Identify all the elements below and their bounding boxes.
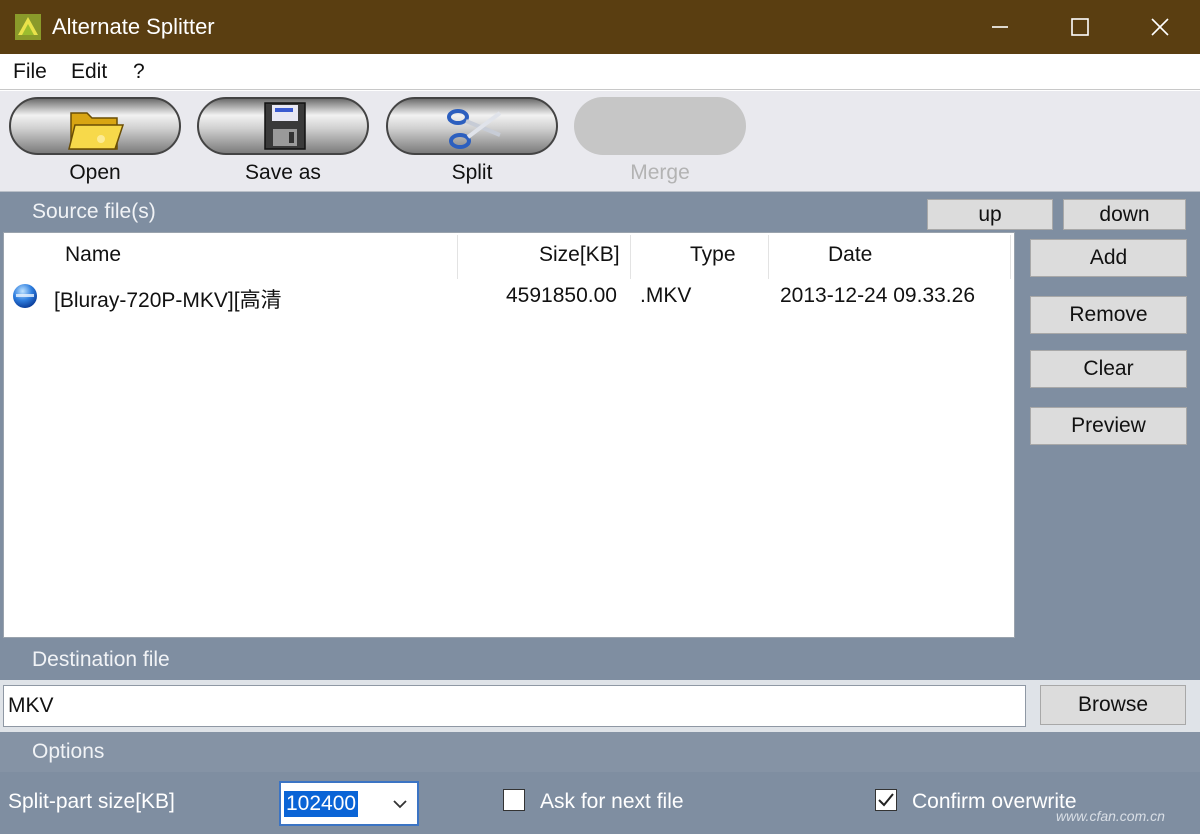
merge-button[interactable]: Merge (572, 97, 748, 187)
watermark: www.cfan.com.cn (1056, 808, 1165, 824)
minimize-button[interactable] (960, 0, 1040, 54)
file-row[interactable]: [Bluray-720P-MKV][高清 4591850.00 .MKV 201… (4, 277, 1014, 313)
confirm-overwrite-label[interactable]: Confirm overwrite (912, 790, 1077, 814)
remove-button[interactable]: Remove (1030, 296, 1187, 334)
preview-button[interactable]: Preview (1030, 407, 1187, 445)
ask-next-checkbox[interactable] (503, 789, 525, 811)
chevron-down-icon[interactable] (389, 793, 411, 815)
menu-file[interactable]: File (13, 60, 47, 84)
split-button[interactable]: Split (384, 97, 560, 187)
open-button[interactable]: Open (7, 97, 183, 187)
minimize-icon (992, 26, 1008, 28)
column-header-name[interactable]: Name (65, 243, 121, 267)
source-file-list[interactable]: Name Size[KB] Type Date [Bluray-720P-MKV… (3, 232, 1015, 638)
column-separator (457, 235, 458, 279)
column-header-date[interactable]: Date (828, 243, 872, 267)
merge-label: Merge (630, 161, 690, 184)
maximize-icon (1071, 18, 1089, 36)
options-section-title: Options (0, 732, 1200, 772)
down-button[interactable]: down (1063, 199, 1186, 230)
menu-help[interactable]: ? (133, 60, 145, 84)
split-size-label: Split-part size[KB] (8, 790, 175, 813)
close-icon (1151, 18, 1169, 36)
maximize-button[interactable] (1040, 0, 1120, 54)
add-button[interactable]: Add (1030, 239, 1187, 277)
split-size-combo[interactable]: 102400 (279, 781, 419, 826)
column-separator (630, 235, 631, 279)
clear-button[interactable]: Clear (1030, 350, 1187, 388)
folder-icon (68, 112, 125, 150)
save-as-button[interactable]: Save as (195, 97, 371, 187)
file-name: [Bluray-720P-MKV][高清 (54, 289, 282, 312)
toolbar: Open Save as Split Merge (0, 91, 1200, 192)
title-bar[interactable]: Alternate Splitter (0, 0, 1200, 54)
scissors-icon (447, 109, 502, 149)
file-date: 2013-12-24 09.33.26 (780, 284, 975, 307)
window-title: Alternate Splitter (52, 14, 215, 39)
column-header-size[interactable]: Size[KB] (539, 243, 620, 267)
column-header-type[interactable]: Type (690, 243, 736, 267)
blue-file-icon (13, 284, 37, 308)
split-label: Split (451, 161, 493, 184)
destination-section-title: Destination file (0, 640, 1200, 680)
column-separator (1010, 235, 1011, 279)
checkmark-icon (878, 793, 894, 807)
file-type: .MKV (640, 284, 692, 307)
confirm-overwrite-checkbox[interactable] (875, 789, 897, 811)
column-separator (768, 235, 769, 279)
app-icon (15, 14, 41, 40)
open-label: Open (69, 161, 121, 184)
ask-next-label[interactable]: Ask for next file (540, 790, 684, 814)
close-button[interactable] (1120, 0, 1200, 54)
menu-edit[interactable]: Edit (71, 60, 107, 84)
browse-button[interactable]: Browse (1040, 685, 1186, 725)
save-as-label: Save as (245, 161, 321, 184)
floppy-disk-icon (264, 102, 306, 150)
up-button[interactable]: up (927, 199, 1053, 230)
merge-button-pill (574, 97, 746, 155)
file-size: 4591850.00 (506, 284, 617, 307)
menu-bar: File Edit ? (0, 54, 1200, 90)
split-size-value: 102400 (284, 791, 359, 817)
destination-file-input[interactable]: MKV (3, 685, 1026, 727)
